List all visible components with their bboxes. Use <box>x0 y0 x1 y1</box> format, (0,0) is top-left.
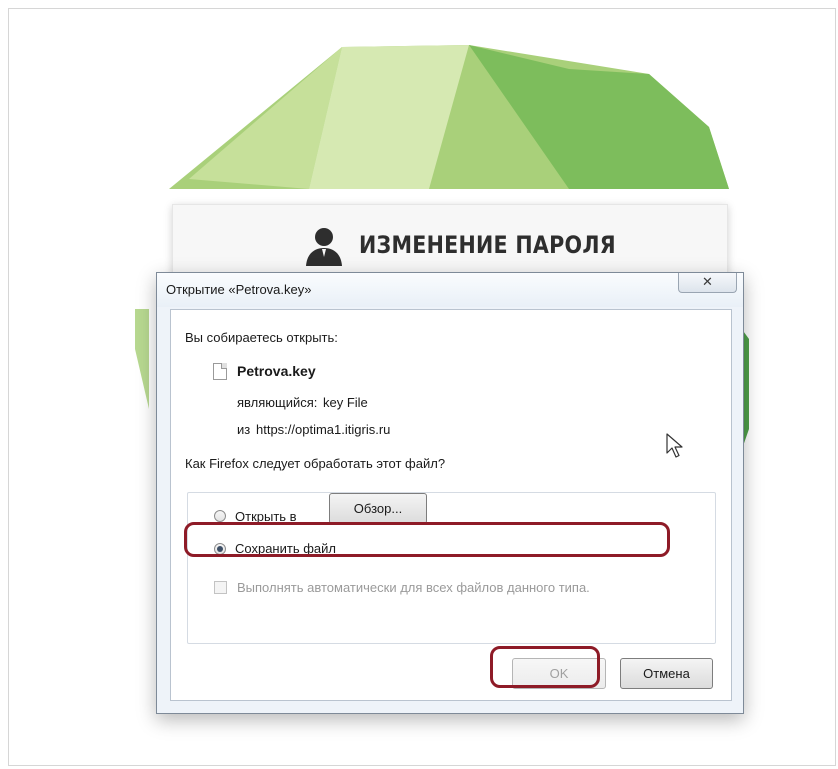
file-source-label: из <box>237 422 251 437</box>
file-type-value: key File <box>323 395 368 410</box>
auto-action-checkbox[interactable] <box>214 581 227 594</box>
file-icon <box>213 363 227 380</box>
cancel-button-label: Отмена <box>643 666 690 681</box>
open-with-radio[interactable] <box>214 510 226 522</box>
auto-action-label: Выполнять автоматически для всех файлов … <box>237 580 590 595</box>
save-file-highlight <box>184 522 670 557</box>
file-name: Petrova.key <box>237 363 316 379</box>
close-button[interactable]: ✕ <box>678 273 737 293</box>
handling-question: Как Firefox следует обработать этот файл… <box>185 456 446 471</box>
dialog-titlebar[interactable]: Открытие «Petrova.key» ✕ <box>157 273 743 307</box>
browse-button[interactable]: Обзор... <box>329 493 427 524</box>
firefox-download-dialog: Открытие «Petrova.key» ✕ Вы собираетесь … <box>156 272 744 714</box>
card-heading: ИЗМЕНЕНИЕ ПАРОЛЯ <box>359 231 616 259</box>
cancel-button[interactable]: Отмена <box>620 658 713 689</box>
close-icon: ✕ <box>702 275 713 290</box>
open-prompt: Вы собираетесь открыть: <box>185 330 338 345</box>
card-header: ИЗМЕНЕНИЕ ПАРОЛЯ <box>303 223 658 267</box>
browse-button-label: Обзор... <box>353 501 403 516</box>
file-source-url: https://optima1.itigris.ru <box>256 422 391 437</box>
screenshot-frame: ИЗМЕНЕНИЕ ПАРОЛЯ Открытие «Petrova.key» … <box>8 8 836 766</box>
file-type-label: являющийся: <box>237 395 318 410</box>
ok-button-highlight <box>490 646 600 688</box>
dialog-title: Открытие «Petrova.key» <box>166 282 312 297</box>
dialog-client-area: Вы собираетесь открыть: Petrova.key явля… <box>170 309 732 701</box>
mouse-cursor-icon <box>666 433 683 458</box>
user-silhouette-icon <box>306 228 342 266</box>
